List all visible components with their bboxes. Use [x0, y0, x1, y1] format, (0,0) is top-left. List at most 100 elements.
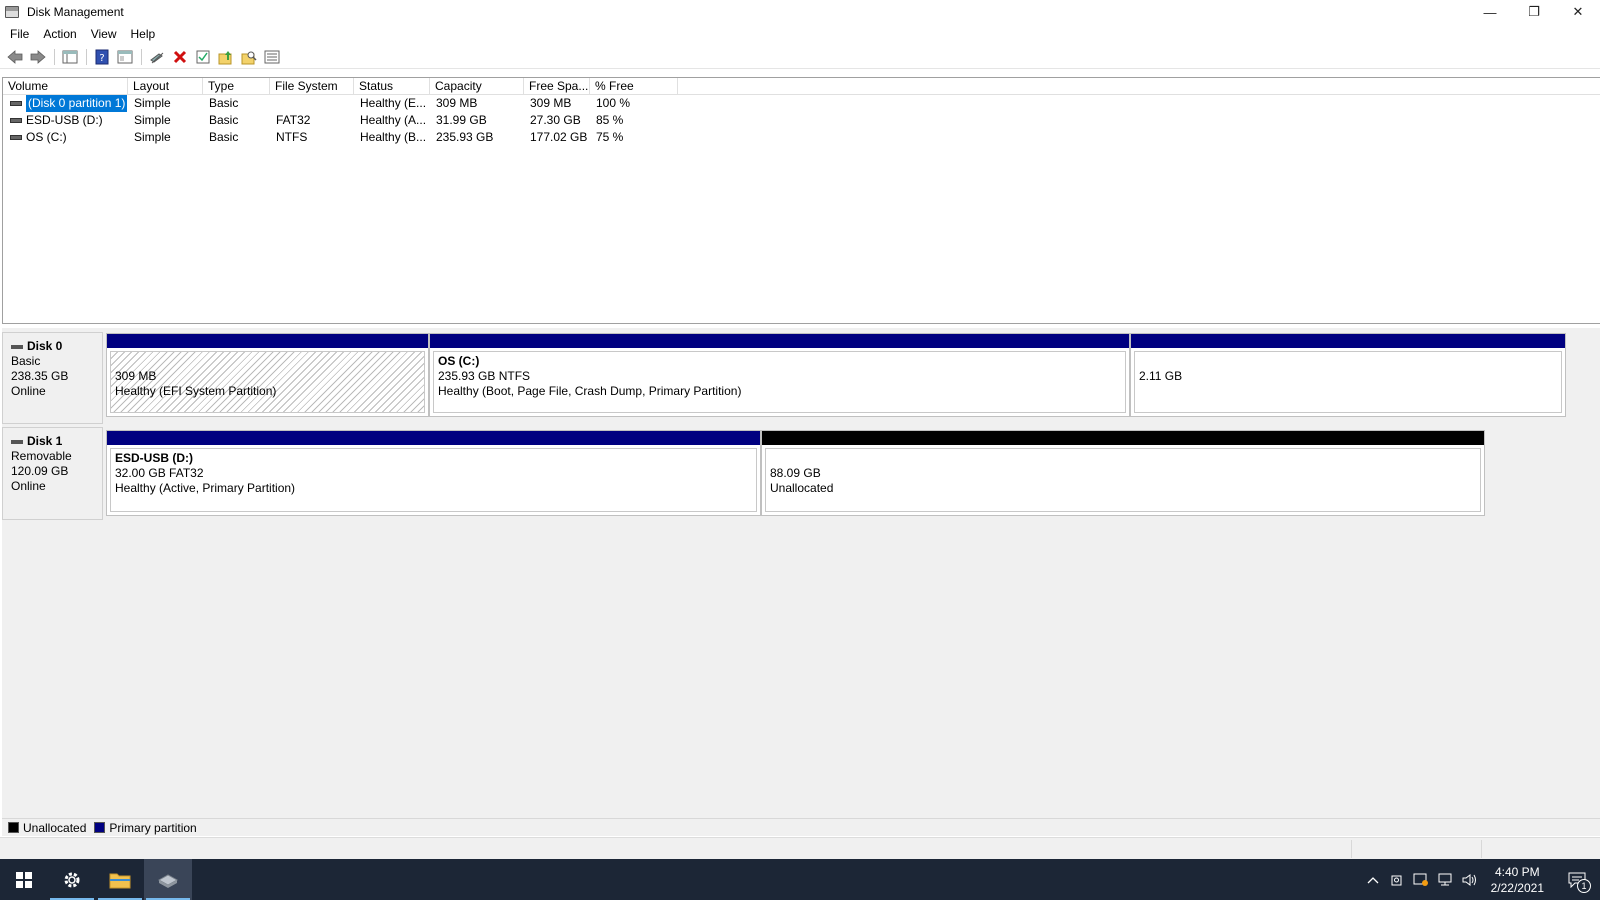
close-button[interactable]: ✕: [1556, 0, 1600, 24]
partition-size: 32.00 GB FAT32: [115, 466, 204, 480]
action-center-icon[interactable]: 1: [1554, 859, 1600, 900]
column-header-status[interactable]: Status: [354, 78, 430, 95]
svg-text:?: ?: [99, 53, 104, 64]
drive-icon: [10, 135, 22, 140]
column-header-type[interactable]: Type: [203, 78, 270, 95]
list-icon[interactable]: [261, 47, 283, 67]
legend-label: Primary partition: [109, 820, 197, 835]
column-header-layout[interactable]: Layout: [128, 78, 203, 95]
table-row[interactable]: ESD-USB (D:) Simple Basic FAT32 Healthy …: [3, 112, 1600, 129]
partition-body: 309 MB Healthy (EFI System Partition): [110, 351, 425, 413]
status-pane: [1481, 840, 1600, 858]
disk-size: 238.35 GB: [11, 369, 69, 383]
partition-status: Healthy (EFI System Partition): [115, 384, 277, 398]
minimize-button[interactable]: —: [1468, 0, 1512, 24]
window-controls: — ❐ ✕: [1468, 0, 1600, 24]
percent-free-cell: 100 %: [596, 96, 631, 110]
status-cell: Healthy (E...: [360, 96, 427, 110]
column-header-capacity[interactable]: Capacity: [430, 78, 524, 95]
notification-badge: 1: [1577, 879, 1591, 893]
toolbar-separator: [141, 48, 142, 65]
taskbar: 4:40 PM 2/22/2021 1: [0, 859, 1600, 900]
disk-kind: Basic: [11, 354, 41, 368]
partition-efi[interactable]: 309 MB Healthy (EFI System Partition): [106, 333, 429, 417]
column-header-volume[interactable]: Volume: [3, 78, 128, 95]
partition-size: 235.93 GB NTFS: [438, 369, 531, 383]
disk-kind: Removable: [11, 449, 72, 463]
partition-body: 2.11 GB: [1134, 351, 1562, 413]
help-icon[interactable]: ?: [91, 47, 113, 67]
free-space-cell: 27.30 GB: [530, 113, 581, 127]
connect-icon[interactable]: [146, 47, 168, 67]
status-bar: [0, 837, 1600, 859]
security-alert-icon[interactable]: [1409, 859, 1433, 900]
partition-bar: [430, 334, 1129, 348]
menu-help[interactable]: Help: [124, 24, 163, 44]
column-header-free-space[interactable]: Free Spa...: [524, 78, 590, 95]
volume-cell: OS (C:): [3, 129, 128, 146]
toolbar-separator: [86, 48, 87, 65]
partition-recovery[interactable]: 2.11 GB: [1130, 333, 1566, 417]
disk-state: Online: [11, 479, 46, 493]
console-tree-icon[interactable]: [59, 47, 81, 67]
partition-os-c[interactable]: OS (C:) 235.93 GB NTFS Healthy (Boot, Pa…: [429, 333, 1130, 417]
partition-size: 2.11 GB: [1139, 369, 1183, 383]
disk-management-icon[interactable]: [144, 859, 192, 900]
clock[interactable]: 4:40 PM 2/22/2021: [1481, 864, 1554, 896]
partition-unallocated[interactable]: 88.09 GB Unallocated: [761, 430, 1485, 516]
type-cell: Basic: [209, 96, 239, 110]
column-header-file-system[interactable]: File System: [270, 78, 354, 95]
toolbar: ?: [0, 45, 1600, 69]
partition-body: 88.09 GB Unallocated: [765, 448, 1481, 512]
check-icon[interactable]: [192, 47, 214, 67]
free-space-cell: 309 MB: [530, 96, 572, 110]
properties-icon[interactable]: [114, 47, 136, 67]
toolbar-separator: [54, 48, 55, 65]
disk-name: Disk 1: [11, 434, 102, 449]
disk-management-app-icon: [5, 6, 19, 18]
forward-arrow-icon[interactable]: [27, 47, 49, 67]
menu-action[interactable]: Action: [36, 24, 83, 44]
back-arrow-icon[interactable]: [4, 47, 26, 67]
rescan-icon[interactable]: [238, 47, 260, 67]
network-icon[interactable]: [1433, 859, 1457, 900]
disk-name-text: Disk 0: [27, 339, 63, 353]
partition-bar: [762, 431, 1484, 445]
partition-esd-usb-d[interactable]: ESD-USB (D:) 32.00 GB FAT32 Healthy (Act…: [106, 430, 761, 516]
volume-icon[interactable]: [1457, 859, 1481, 900]
file-explorer-icon[interactable]: [96, 859, 144, 900]
volume-name: ESD-USB (D:): [26, 113, 103, 127]
chevron-up-icon[interactable]: [1361, 859, 1385, 900]
column-header-percent-free[interactable]: % Free: [590, 78, 678, 95]
volume-list-header: Volume Layout Type File System Status Ca…: [3, 78, 1600, 95]
disk-0-label[interactable]: Disk 0 Basic 238.35 GB Online: [2, 332, 103, 424]
table-row[interactable]: (Disk 0 partition 1) Simple Basic Health…: [3, 95, 1600, 112]
legend-label: Unallocated: [23, 820, 87, 835]
partition-status: Healthy (Active, Primary Partition): [115, 481, 296, 495]
menu-view[interactable]: View: [84, 24, 124, 44]
menu-file[interactable]: File: [3, 24, 36, 44]
type-cell: Basic: [209, 113, 239, 127]
table-row[interactable]: OS (C:) Simple Basic NTFS Healthy (B... …: [3, 129, 1600, 146]
volume-cell: ESD-USB (D:): [3, 112, 128, 129]
meet-now-icon[interactable]: [1385, 859, 1409, 900]
import-icon[interactable]: [215, 47, 237, 67]
disk-row: Disk 0 Basic 238.35 GB Online: [2, 332, 103, 424]
partition-size: 309 MB: [115, 369, 157, 383]
partition-bar: [107, 334, 428, 348]
disk-row: Disk 1 Removable 120.09 GB Online: [2, 427, 103, 520]
volume-name: OS (C:): [26, 130, 67, 144]
layout-cell: Simple: [134, 96, 171, 110]
delete-icon[interactable]: [169, 47, 191, 67]
disk-name: Disk 0: [11, 339, 102, 354]
settings-icon[interactable]: [48, 859, 96, 900]
menu-bar: File Action View Help: [0, 24, 1600, 44]
restore-button[interactable]: ❐: [1512, 0, 1556, 24]
clock-date: 2/22/2021: [1490, 880, 1544, 895]
status-cell: Healthy (A...: [360, 113, 427, 127]
disk-name-text: Disk 1: [27, 434, 63, 448]
start-icon[interactable]: [0, 859, 48, 900]
fs-cell: NTFS: [276, 130, 308, 144]
system-tray: 4:40 PM 2/22/2021 1: [1361, 859, 1600, 900]
disk-1-label[interactable]: Disk 1 Removable 120.09 GB Online: [2, 427, 103, 520]
